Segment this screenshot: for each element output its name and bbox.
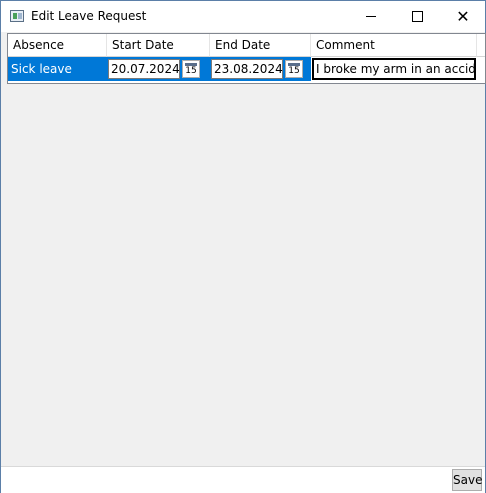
footer-bar: Save xyxy=(1,466,485,493)
title-bar[interactable]: Edit Leave Request ✕ xyxy=(1,1,485,32)
calendar-icon-label: 15 xyxy=(185,66,197,76)
column-header-absence-reason[interactable]: Absence Reason xyxy=(8,34,107,75)
end-date-cell[interactable]: 23.08.2024 15 xyxy=(210,57,311,81)
app-window-icon xyxy=(10,10,24,22)
end-date-calendar-button[interactable]: 15 xyxy=(285,60,303,78)
start-date-calendar-button[interactable]: 15 xyxy=(182,60,200,78)
comment-cell[interactable]: I broke my arm in an accident xyxy=(311,57,477,81)
absence-reason-cell[interactable]: Sick leave xyxy=(8,57,107,81)
leave-request-grid[interactable]: Absence Reason Start Date End Date Comme… xyxy=(7,33,486,84)
table-row[interactable]: Sick leave 20.07.2024 15 23.08.2024 15 I… xyxy=(8,57,485,81)
save-button[interactable]: Save xyxy=(452,469,482,491)
column-header-filler xyxy=(477,34,485,57)
start-date-input[interactable]: 20.07.2024 xyxy=(108,59,180,79)
maximize-button[interactable] xyxy=(394,1,440,32)
close-button[interactable]: ✕ xyxy=(440,1,486,32)
calendar-icon-label: 15 xyxy=(288,66,300,76)
column-header-comment[interactable]: Comment xyxy=(311,34,477,57)
comment-input[interactable]: I broke my arm in an accident xyxy=(312,58,476,80)
close-icon: ✕ xyxy=(456,6,470,26)
column-header-start-date[interactable]: Start Date xyxy=(107,34,210,57)
minimize-button[interactable] xyxy=(348,1,394,32)
end-date-input[interactable]: 23.08.2024 xyxy=(211,59,283,79)
column-header-end-date[interactable]: End Date xyxy=(210,34,311,57)
start-date-cell[interactable]: 20.07.2024 15 xyxy=(107,57,210,81)
edit-leave-request-window: Edit Leave Request ✕ Absence Reason Star… xyxy=(0,0,486,493)
maximize-icon xyxy=(411,11,423,22)
window-title: Edit Leave Request xyxy=(31,9,147,23)
minimize-icon xyxy=(366,16,376,17)
